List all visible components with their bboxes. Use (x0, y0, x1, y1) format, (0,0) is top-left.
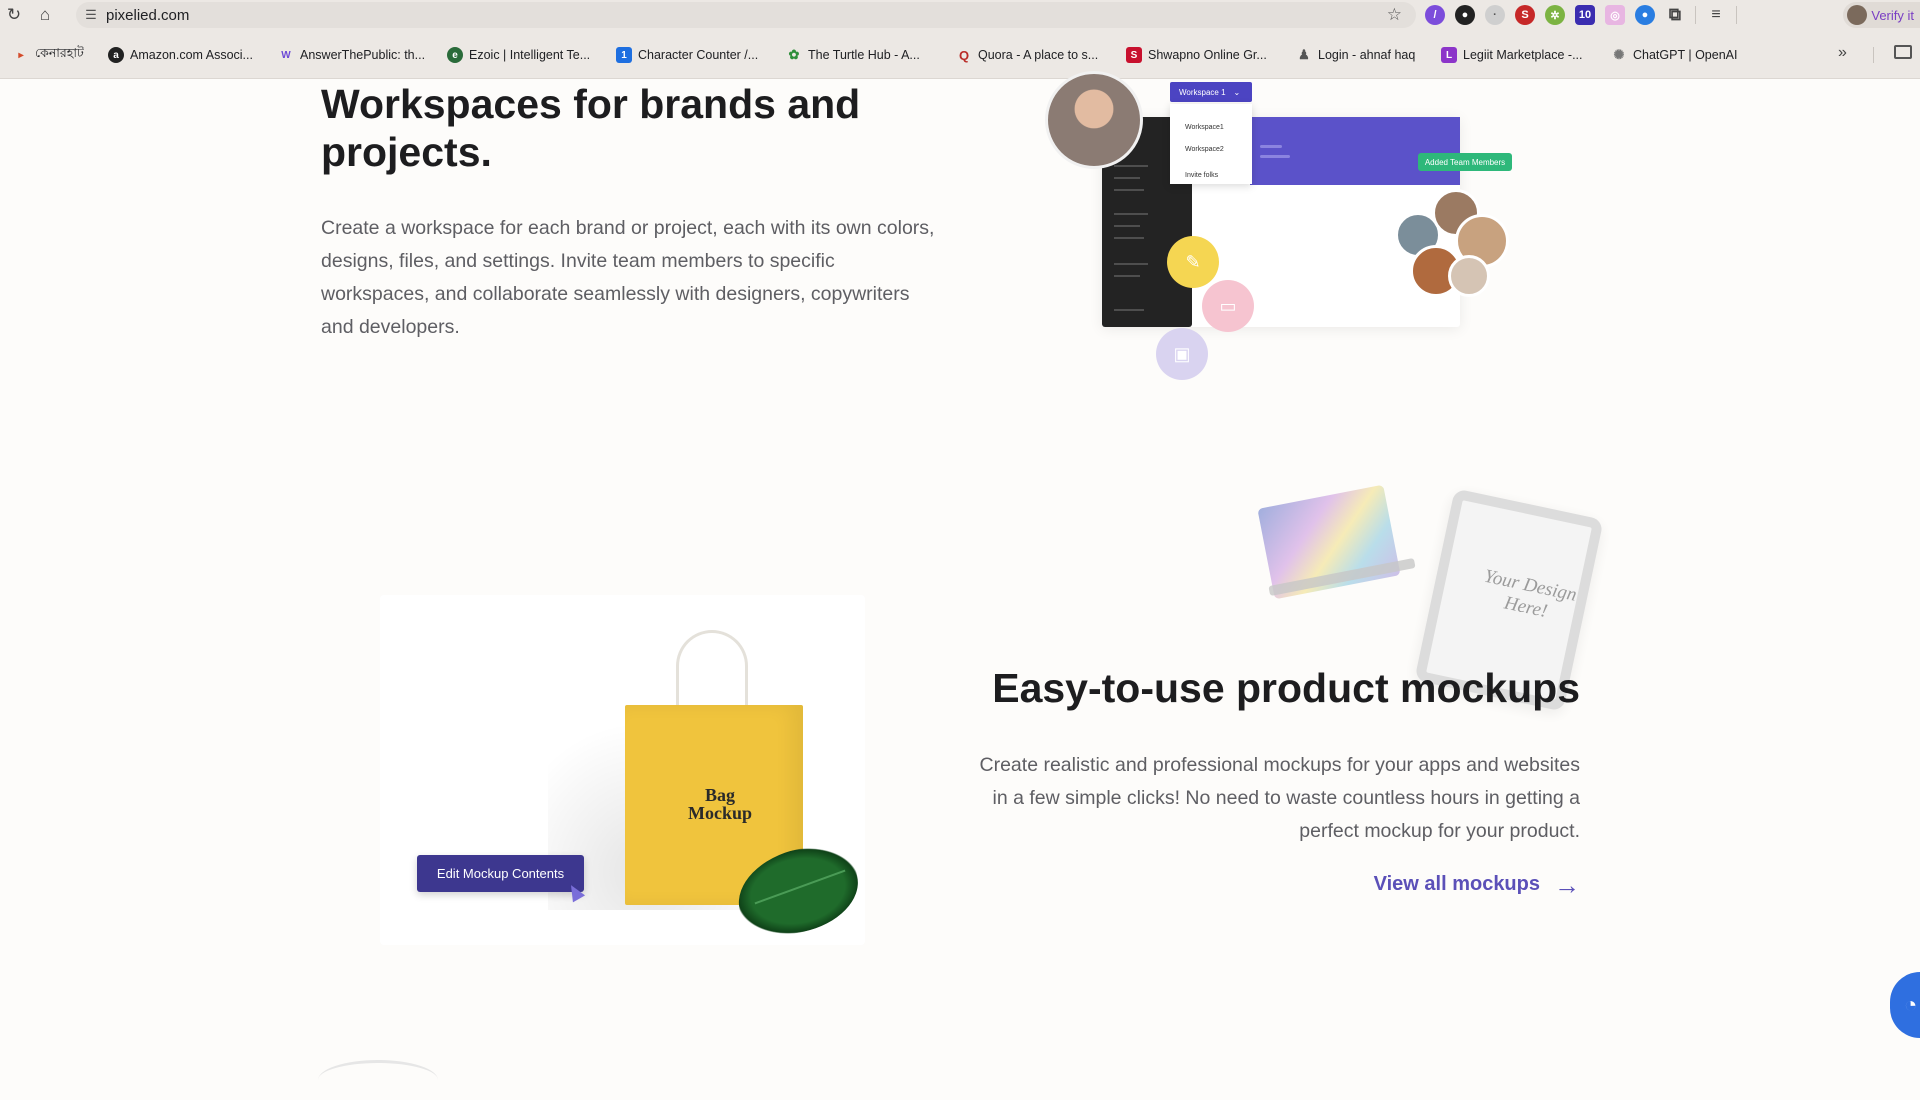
view-all-mockups-link[interactable]: View all mockups → (1340, 869, 1580, 900)
url-text: pixelied.com (106, 6, 190, 24)
shwapno-icon: S (1126, 47, 1142, 63)
workspace-menu-item: Workspace1 (1185, 124, 1224, 131)
home-icon[interactable]: ⌂ (31, 1, 59, 29)
user-icon: ♟ (1298, 47, 1310, 62)
extensions-puzzle-icon[interactable]: ⧉ (1665, 5, 1685, 25)
bookmark-label: Amazon.com Associ... (130, 48, 253, 62)
s-extension-icon[interactable]: S (1515, 5, 1535, 25)
bookmark-label: Shwapno Online Gr... (1148, 48, 1267, 62)
gear-extension-icon[interactable]: ✲ (1545, 5, 1565, 25)
bookmark-item[interactable]: Q Quora - A place to s... (956, 44, 1098, 66)
bookmark-item[interactable]: ♟ Login - ahnaf haq (1296, 44, 1415, 66)
workspaces-description: Create a workspace for each brand or pro… (321, 217, 935, 338)
workspace-dropdown: Workspace 1 ⌄ (1170, 82, 1252, 102)
profile-label: Verify it (1871, 7, 1914, 23)
character-counter-icon: 1 (616, 47, 632, 63)
workspaces-heading: Workspaces for brands and projects. (321, 81, 861, 175)
bookmark-label: Quora - A place to s... (978, 48, 1099, 62)
workspace-menu-item: Workspace2 (1185, 146, 1224, 153)
bag-mockup-text: Bag Mockup (687, 785, 752, 823)
bookmark-item[interactable]: a Amazon.com Associ... (108, 44, 253, 66)
bookmark-label: Character Counter /... (638, 48, 759, 62)
reload-icon[interactable]: ↻ (0, 1, 28, 29)
notification-extension-icon[interactable]: 10 (1575, 5, 1595, 25)
workspace-dropdown-label: Workspace 1 (1179, 87, 1226, 97)
amazon-icon: a (108, 47, 124, 63)
toolbar-divider (1695, 6, 1696, 24)
workspaces-illustration: Workspace 1 ⌄ Workspace1 Workspace2 Invi… (1030, 71, 1550, 395)
site-settings-icon[interactable]: ☰ (76, 7, 106, 23)
workspace-menu-item: Invite folks (1185, 172, 1219, 179)
bookmark-item[interactable]: e Ezoic | Intelligent Te... (447, 44, 590, 66)
toolbar-divider (1736, 6, 1737, 24)
grid-extension-icon[interactable]: · (1485, 5, 1505, 25)
decorative-swirl (318, 1060, 438, 1100)
bookmark-item[interactable]: 1 Character Counter /... (616, 44, 758, 66)
bookmark-label: Legiit Marketplace -... (1463, 48, 1583, 62)
pencil-icon: ✎ (1167, 236, 1219, 288)
profile-button[interactable]: Verify it (1843, 2, 1920, 28)
team-avatar (1448, 255, 1490, 297)
bookmark-item[interactable]: L Legiit Marketplace -... (1441, 44, 1583, 66)
bookmark-item[interactable]: ▸ কেনারহাট (13, 44, 84, 66)
workspace-menu: Workspace1 Workspace2 Invite folks (1170, 104, 1252, 184)
image-icon: ▣ (1156, 328, 1208, 380)
browser-toolbar: ↻ ⌂ ☰ pixelied.com ☆ / ● · S ✲ 10 ◎ ● ⧉ … (0, 0, 1920, 30)
arrow-right-icon: → (1554, 869, 1580, 900)
bookmarks-bar: ▸ কেনারহাট a Amazon.com Associ... W Answ… (0, 30, 1920, 79)
circle-extension-icon[interactable]: ● (1635, 5, 1655, 25)
bookmark-star-icon[interactable]: ☆ (1387, 5, 1402, 25)
bookmark-label: AnswerThePublic: th... (300, 48, 426, 62)
bookmark-label: Ezoic | Intelligent Te... (469, 48, 591, 62)
folder-icon: ▭ (1202, 280, 1254, 332)
chevron-down-icon: ⌄ (1233, 87, 1241, 97)
bookmark-label: Login - ahnaf haq (1318, 48, 1416, 62)
legiit-icon: L (1441, 47, 1457, 63)
bookmark-label: The Turtle Hub - A... (808, 48, 920, 62)
bookmark-label: ChatGPT | OpenAI (1633, 48, 1738, 62)
reading-list-icon[interactable]: ≡ (1706, 5, 1726, 25)
more-bookmarks-icon[interactable]: » (1838, 44, 1847, 62)
view-all-mockups-label: View all mockups (1373, 873, 1540, 895)
bookmark-label: কেনারহাট (35, 46, 84, 60)
chat-icon[interactable]: ◔ (1890, 972, 1920, 1038)
edit-mockup-button: Edit Mockup Contents (417, 855, 584, 892)
bookmarks-divider (1873, 47, 1874, 63)
folder-icon[interactable] (1894, 45, 1912, 59)
address-bar[interactable]: ☰ pixelied.com ☆ (76, 2, 1416, 28)
bookmark-item[interactable]: ✿ The Turtle Hub - A... (786, 44, 920, 66)
kenarhat-icon: ▸ (18, 49, 24, 61)
extensions-bar: / ● · S ✲ 10 ◎ ● ⧉ ≡ (1425, 2, 1737, 28)
avatar (1847, 5, 1868, 25)
quora-icon: Q (958, 47, 970, 63)
bookmark-item[interactable]: W AnswerThePublic: th... (278, 44, 425, 66)
answerthepublic-icon: W (281, 49, 291, 61)
mockups-description: Create realistic and professional mockup… (979, 754, 1580, 842)
openai-icon: ✺ (1613, 47, 1625, 62)
ezoic-icon: e (447, 47, 463, 63)
ublock-extension-icon[interactable]: ● (1455, 5, 1475, 25)
mockups-heading: Easy-to-use product mockups (992, 665, 1580, 711)
workspace-banner (1250, 117, 1460, 185)
bookmark-item[interactable]: ✺ ChatGPT | OpenAI (1611, 44, 1738, 66)
turtle-hub-icon: ✿ (788, 47, 800, 62)
added-team-badge: Added Team Members (1418, 153, 1512, 171)
bookmark-item[interactable]: S Shwapno Online Gr... (1126, 44, 1267, 66)
pen-extension-icon[interactable]: / (1425, 5, 1445, 25)
user-avatar (1045, 71, 1143, 169)
camera-extension-icon[interactable]: ◎ (1605, 5, 1625, 25)
